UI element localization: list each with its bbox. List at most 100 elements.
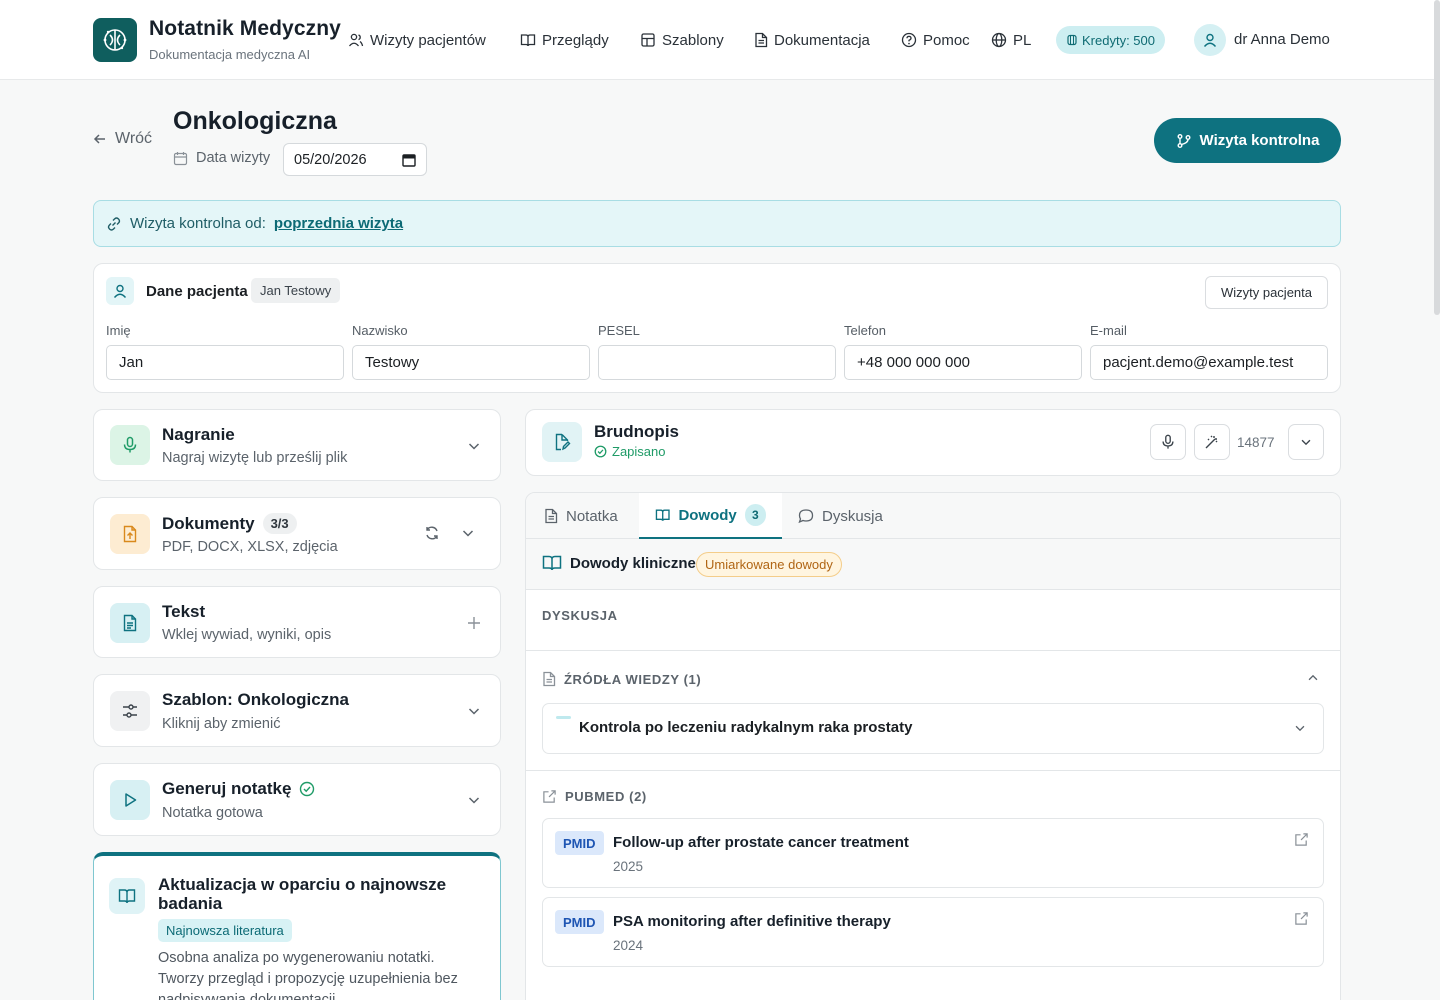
back-button[interactable]: Wróć <box>93 130 152 148</box>
tab-discussion[interactable]: Dyskusja <box>782 493 899 539</box>
patient-icon-box <box>106 277 134 305</box>
external-link-icon[interactable] <box>1294 911 1309 926</box>
follow-up-banner: Wizyta kontrolna od: poprzednia wizyta <box>93 200 1341 247</box>
discussion-section-text: DYSKUSJA <box>542 608 618 623</box>
plus-icon[interactable] <box>466 615 482 631</box>
nav-label: Szablony <box>662 31 724 49</box>
phone-field[interactable]: +48 000 000 000 <box>844 345 1082 380</box>
pmid-badge: PMID <box>555 910 604 934</box>
research-update-panel[interactable]: Aktualizacja w oparciu o najnowsze badan… <box>93 852 501 1000</box>
recording-subtitle: Nagraj wizytę lub prześlij plik <box>162 450 348 466</box>
text-title: Tekst <box>162 602 205 622</box>
dictate-button[interactable] <box>1150 424 1186 460</box>
draft-status: Zapisano <box>594 444 665 459</box>
divider <box>526 650 1340 651</box>
users-icon <box>348 33 364 47</box>
pmid-badge: PMID <box>555 831 604 855</box>
user-avatar[interactable] <box>1194 24 1226 56</box>
brand-title[interactable]: Notatnik Medyczny <box>149 17 341 41</box>
coins-icon <box>1067 34 1077 46</box>
brand-subtitle: Dokumentacja medyczna AI <box>149 47 311 62</box>
visit-date-label-text: Data wizyty <box>196 150 271 166</box>
discussion-section-label: DYSKUSJA <box>542 608 618 623</box>
email-field[interactable]: pacjent.demo@example.test <box>1090 345 1328 380</box>
refresh-icon[interactable] <box>424 525 440 541</box>
branch-icon <box>1177 133 1191 148</box>
page-scrollbar[interactable] <box>1434 0 1440 315</box>
chevron-down-icon[interactable] <box>1293 721 1307 735</box>
arrow-left-icon <box>93 134 105 144</box>
generate-note-title: Generuj notatkę <box>162 779 315 799</box>
language-selector[interactable]: PL <box>991 29 1031 51</box>
recording-panel[interactable]: Nagranie Nagraj wizytę lub prześlij plik <box>93 409 501 481</box>
draft-expand-button[interactable] <box>1288 424 1324 460</box>
sliders-icon <box>123 704 137 718</box>
patient-visits-button[interactable]: Wizyty pacjenta <box>1205 276 1328 309</box>
chevron-down-icon[interactable] <box>460 525 476 541</box>
documents-panel[interactable]: Dokumenty 3/3 PDF, DOCX, XLSX, zdjęcia <box>93 497 501 570</box>
knowledge-sources-label[interactable]: ŹRÓDŁA WIEDZY (1) <box>542 671 701 687</box>
chevron-down-icon[interactable] <box>466 703 482 719</box>
follow-up-visit-button[interactable]: Wizyta kontrolna <box>1154 118 1341 163</box>
template-title-text: Szablon: Onkologiczna <box>162 690 350 709</box>
template-panel[interactable]: Szablon: Onkologiczna Kliknij aby zmieni… <box>93 674 501 747</box>
tab-note[interactable]: Notatka <box>528 493 634 539</box>
language-label: PL <box>1013 31 1032 49</box>
app-logo[interactable] <box>93 18 137 62</box>
nav-reviews[interactable]: Przeglądy <box>520 29 609 51</box>
user-name[interactable]: dr Anna Demo <box>1234 31 1330 48</box>
book-icon <box>520 34 536 47</box>
divider <box>526 770 1340 771</box>
link-icon <box>107 216 121 231</box>
magic-wand-icon <box>1205 435 1218 449</box>
previous-visit-link[interactable]: poprzednia wizyta <box>274 215 403 232</box>
recording-title: Nagranie <box>162 425 235 445</box>
knowledge-source-item[interactable]: Kontrola po leczeniu radykalnym raka pro… <box>542 703 1324 754</box>
pubmed-title: PSA monitoring after definitive therapy <box>613 913 891 930</box>
pubmed-item[interactable]: PMID Follow-up after prostate cancer tre… <box>542 818 1324 888</box>
template-subtitle: Kliknij aby zmienić <box>162 716 281 732</box>
last-name-label: Nazwisko <box>352 323 408 338</box>
pesel-field[interactable] <box>598 345 836 380</box>
calendar-picker-icon[interactable] <box>402 153 416 167</box>
nav-label: Pomoc <box>923 31 970 49</box>
pubmed-item[interactable]: PMID PSA monitoring after definitive the… <box>542 897 1324 967</box>
nav-patient-visits[interactable]: Wizyty pacjentów <box>348 29 486 51</box>
source-marker <box>556 716 571 719</box>
evidence-level-badge: Umiarkowane dowody <box>696 552 842 577</box>
tab-discussion-label: Dyskusja <box>822 507 883 525</box>
chevron-down-icon[interactable] <box>466 438 482 454</box>
external-link-icon <box>543 790 556 803</box>
pubmed-section-label: PUBMED (2) <box>542 789 647 804</box>
patient-data-card: Dane pacjenta Jan Testowy Wizyty pacjent… <box>93 263 1341 393</box>
sliders-icon-box <box>110 691 150 731</box>
chevron-up-icon[interactable] <box>1306 671 1320 685</box>
text-icon-box <box>110 603 150 643</box>
credits-badge[interactable]: Kredyty: 500 <box>1056 26 1165 54</box>
first-name-field[interactable]: Jan <box>106 345 344 380</box>
documents-subtitle: PDF, DOCX, XLSX, zdjęcia <box>162 539 338 555</box>
generate-note-panel[interactable]: Generuj notatkę Notatka gotowa <box>93 763 501 836</box>
microphone-icon <box>123 436 137 453</box>
note-tabs-card: Notatka Dowody 3 Dyskusja Dowody klinicz… <box>525 492 1341 1000</box>
chevron-down-icon[interactable] <box>466 792 482 808</box>
nav-label: Wizyty pacjentów <box>370 31 486 49</box>
last-name-field[interactable]: Testowy <box>352 345 590 380</box>
book-icon <box>655 509 670 521</box>
external-link-icon[interactable] <box>1294 832 1309 847</box>
tab-evidence[interactable]: Dowody 3 <box>639 493 782 539</box>
banner-text: Wizyta kontrolna od: <box>130 215 266 232</box>
documents-title-text: Dokumenty <box>162 513 255 533</box>
draft-icon-box <box>542 422 582 462</box>
nav-help[interactable]: Pomoc <box>901 29 970 51</box>
text-panel[interactable]: Tekst Wklej wywiad, wyniki, opis <box>93 586 501 658</box>
pesel-label: PESEL <box>598 323 640 338</box>
email-label: E-mail <box>1090 323 1127 338</box>
visit-date-input[interactable]: 05/20/2026 <box>283 143 427 176</box>
nav-documentation[interactable]: Dokumentacja <box>754 29 870 51</box>
pubmed-section-text: PUBMED (2) <box>565 789 647 804</box>
research-badge: Najnowsza literatura <box>158 919 292 942</box>
generate-note-subtitle: Notatka gotowa <box>162 805 263 821</box>
ai-magic-button[interactable] <box>1194 424 1230 460</box>
nav-templates[interactable]: Szablony <box>640 29 724 51</box>
